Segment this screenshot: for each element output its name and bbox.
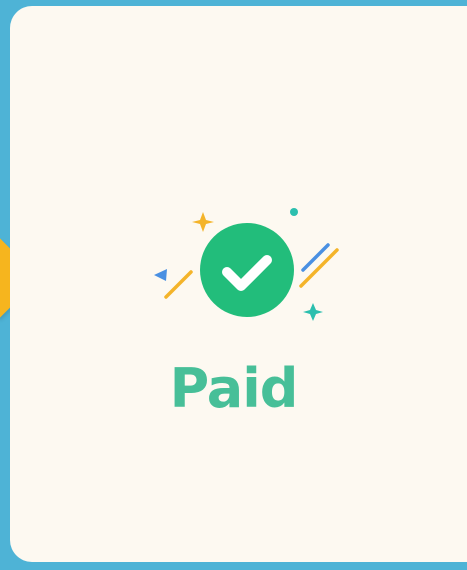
sparkle-star-icon: [192, 212, 214, 232]
app-window: Paid: [0, 0, 467, 570]
success-illustration: [154, 208, 339, 321]
check-circle-icon: [200, 223, 294, 317]
confetti-streak-left: [164, 270, 193, 299]
confetti-triangle-icon: [154, 269, 167, 281]
sparkle-star-teal-icon: [303, 303, 323, 321]
status-label: Paid: [169, 357, 299, 420]
confetti-dot-icon: [290, 208, 298, 216]
confetti-streak-blue: [301, 243, 330, 272]
